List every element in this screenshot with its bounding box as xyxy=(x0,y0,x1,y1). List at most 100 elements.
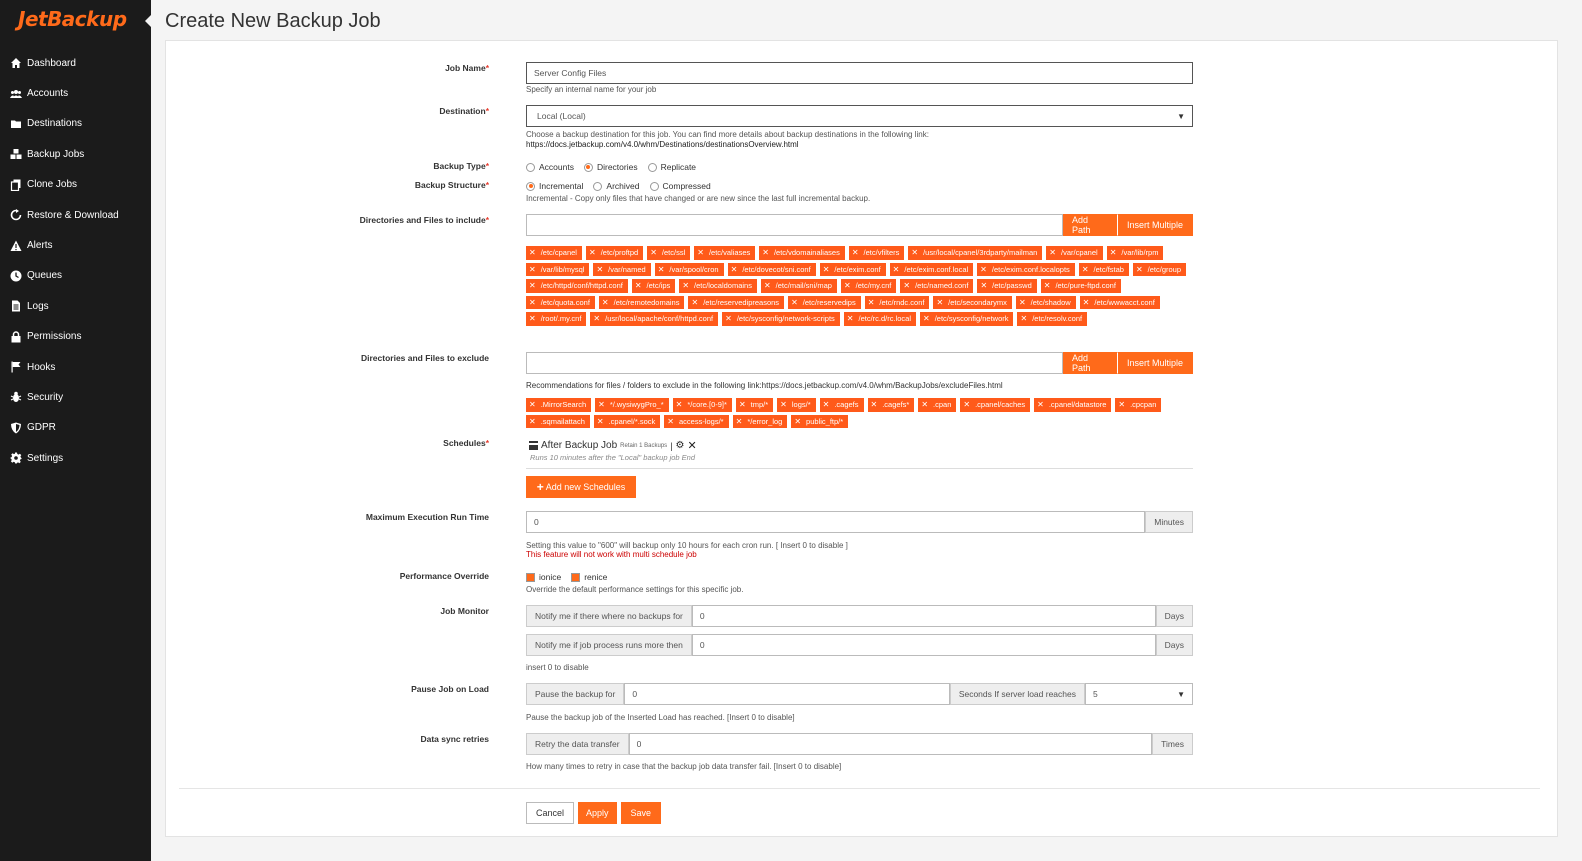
remove-tag-icon[interactable]: ✕ xyxy=(602,298,609,307)
remove-tag-icon[interactable]: ✕ xyxy=(893,265,900,274)
remove-tag-icon[interactable]: ✕ xyxy=(762,248,769,257)
remove-tag-icon[interactable]: ✕ xyxy=(980,281,987,290)
remove-tag-icon[interactable]: ✕ xyxy=(676,400,683,409)
remove-tag-icon[interactable]: ✕ xyxy=(794,417,801,426)
data-sync-retries-input[interactable]: 0 xyxy=(628,733,1153,755)
remove-tag-icon[interactable]: ✕ xyxy=(529,298,536,307)
exclude-path-input[interactable] xyxy=(526,352,1063,374)
remove-tag-icon[interactable]: ✕ xyxy=(598,400,605,409)
remove-tag-icon[interactable]: ✕ xyxy=(635,281,642,290)
jetbackup-logo[interactable]: JetBackup xyxy=(18,7,127,31)
max-exec-input[interactable]: 0 xyxy=(526,511,1146,533)
remove-tag-icon[interactable]: ✕ xyxy=(1082,265,1089,274)
sidebar-item-security[interactable]: Security xyxy=(0,382,151,412)
renice-checkbox[interactable]: renice xyxy=(571,572,607,582)
sidebar-item-clone-jobs[interactable]: Clone Jobs xyxy=(0,170,151,200)
destination-help-link[interactable]: https://docs.jetbackup.com/v4.0/whm/Dest… xyxy=(526,140,799,149)
remove-tag-icon[interactable]: ✕ xyxy=(1136,265,1143,274)
sidebar-item-hooks[interactable]: Hooks xyxy=(0,352,151,382)
destination-select[interactable]: Local (Local) ▼ xyxy=(526,105,1193,127)
job-name-input[interactable]: Server Config Files xyxy=(526,62,1193,84)
remove-tag-icon[interactable]: ✕ xyxy=(597,417,604,426)
sidebar-item-accounts[interactable]: Accounts xyxy=(0,78,151,108)
remove-tag-icon[interactable]: ✕ xyxy=(596,265,603,274)
remove-tag-icon[interactable]: ✕ xyxy=(682,281,689,290)
remove-tag-icon[interactable]: ✕ xyxy=(980,265,987,274)
backup-type-accounts[interactable]: Accounts xyxy=(526,162,574,172)
remove-tag-icon[interactable]: ✕ xyxy=(844,281,851,290)
sidebar-item-alerts[interactable]: Alerts xyxy=(0,230,151,260)
remove-tag-icon[interactable]: ✕ xyxy=(764,281,771,290)
remove-tag-icon[interactable]: ✕ xyxy=(650,248,657,257)
remove-tag-icon[interactable]: ✕ xyxy=(667,417,674,426)
remove-tag-icon[interactable]: ✕ xyxy=(1118,400,1125,409)
remove-tag-icon[interactable]: ✕ xyxy=(903,281,910,290)
add-schedule-button[interactable]: + Add new Schedules xyxy=(526,476,636,498)
ionice-checkbox[interactable]: ionice xyxy=(526,572,561,582)
remove-tag-icon[interactable]: ✕ xyxy=(589,248,596,257)
remove-tag-icon[interactable]: ✕ xyxy=(780,400,787,409)
sidebar-item-backup-jobs[interactable]: Backup Jobs xyxy=(0,139,151,169)
include-add-path-button[interactable]: Add Path xyxy=(1063,214,1117,236)
remove-tag-icon[interactable]: ✕ xyxy=(868,298,875,307)
remove-tag-icon[interactable]: ✕ xyxy=(593,314,600,323)
backup-type-directories[interactable]: Directories xyxy=(583,162,638,172)
backup-type-replicate[interactable]: Replicate xyxy=(647,162,696,172)
remove-tag-icon[interactable]: ✕ xyxy=(791,298,798,307)
apply-button[interactable]: Apply xyxy=(578,802,617,824)
exclude-add-path-button[interactable]: Add Path xyxy=(1063,352,1117,374)
sidebar-item-dashboard[interactable]: Dashboard xyxy=(0,48,151,78)
remove-tag-icon[interactable]: ✕ xyxy=(1083,298,1090,307)
remove-tag-icon[interactable]: ✕ xyxy=(1110,248,1117,257)
remove-tag-icon[interactable]: ✕ xyxy=(823,265,830,274)
remove-tag-icon[interactable]: ✕ xyxy=(936,298,943,307)
pause-job-load-select[interactable]: 5 ▼ xyxy=(1085,683,1193,705)
sidebar-item-gdpr[interactable]: GDPR xyxy=(0,413,151,443)
structure-compressed[interactable]: Compressed xyxy=(649,181,711,191)
remove-tag-icon[interactable]: ✕ xyxy=(847,314,854,323)
include-insert-multiple-button[interactable]: Insert Multiple xyxy=(1117,214,1193,236)
close-icon[interactable]: ✕ xyxy=(688,439,697,452)
remove-tag-icon[interactable]: ✕ xyxy=(963,400,970,409)
remove-tag-icon[interactable]: ✕ xyxy=(1049,248,1056,257)
pause-job-seconds-input[interactable]: 0 xyxy=(624,683,950,705)
remove-tag-icon[interactable]: ✕ xyxy=(529,265,536,274)
sidebar-item-queues[interactable]: Queues xyxy=(0,261,151,291)
cancel-button[interactable]: Cancel xyxy=(526,802,575,824)
remove-tag-icon[interactable]: ✕ xyxy=(529,314,536,323)
exclude-insert-multiple-button[interactable]: Insert Multiple xyxy=(1117,352,1193,374)
remove-tag-icon[interactable]: ✕ xyxy=(529,281,536,290)
remove-tag-icon[interactable]: ✕ xyxy=(823,400,830,409)
remove-tag-icon[interactable]: ✕ xyxy=(739,400,746,409)
structure-incremental[interactable]: Incremental xyxy=(526,181,583,191)
sidebar-item-logs[interactable]: Logs xyxy=(0,291,151,321)
remove-tag-icon[interactable]: ✕ xyxy=(736,417,743,426)
remove-tag-icon[interactable]: ✕ xyxy=(529,417,536,426)
sidebar-item-settings[interactable]: Settings xyxy=(0,443,151,473)
structure-archived[interactable]: Archived xyxy=(593,181,640,191)
job-monitor-runs-more-input[interactable]: 0 xyxy=(691,634,1156,656)
remove-tag-icon[interactable]: ✕ xyxy=(1037,400,1044,409)
remove-tag-icon[interactable]: ✕ xyxy=(658,265,665,274)
remove-tag-icon[interactable]: ✕ xyxy=(1020,314,1027,323)
sidebar-item-destinations[interactable]: Destinations xyxy=(0,109,151,139)
remove-tag-icon[interactable]: ✕ xyxy=(529,248,536,257)
sidebar-item-permissions[interactable]: Permissions xyxy=(0,322,151,352)
remove-tag-icon[interactable]: ✕ xyxy=(1019,298,1026,307)
remove-tag-icon[interactable]: ✕ xyxy=(725,314,732,323)
remove-tag-icon[interactable]: ✕ xyxy=(1044,281,1051,290)
include-path-input[interactable] xyxy=(526,214,1063,236)
remove-tag-icon[interactable]: ✕ xyxy=(529,400,536,409)
remove-tag-icon[interactable]: ✕ xyxy=(911,248,918,257)
remove-tag-icon[interactable]: ✕ xyxy=(923,314,930,323)
remove-tag-icon[interactable]: ✕ xyxy=(691,298,698,307)
remove-tag-icon[interactable]: ✕ xyxy=(731,265,738,274)
sidebar-item-restore-download[interactable]: Restore & Download xyxy=(0,200,151,230)
remove-tag-icon[interactable]: ✕ xyxy=(921,400,928,409)
remove-tag-icon[interactable]: ✕ xyxy=(852,248,859,257)
remove-tag-icon[interactable]: ✕ xyxy=(871,400,878,409)
job-monitor-no-backups-input[interactable]: 0 xyxy=(691,605,1156,627)
save-button[interactable]: Save xyxy=(620,802,662,824)
remove-tag-icon[interactable]: ✕ xyxy=(697,248,704,257)
gear-icon[interactable]: ⚙ xyxy=(676,440,685,451)
